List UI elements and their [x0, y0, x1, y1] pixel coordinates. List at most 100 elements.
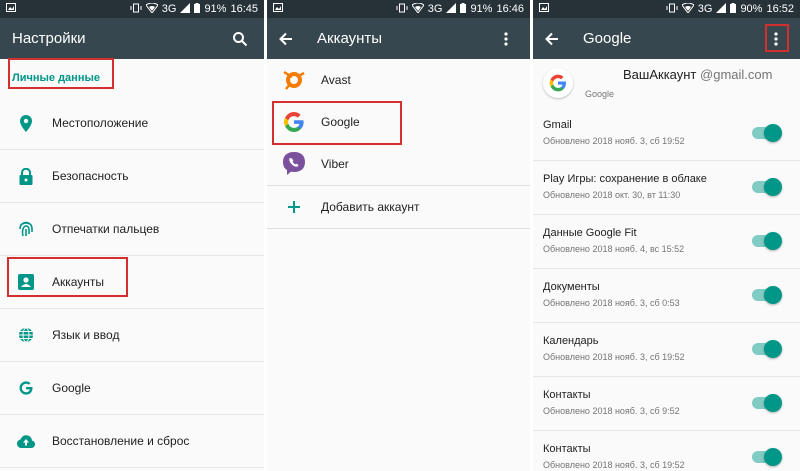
- clock: 16:52: [766, 3, 794, 15]
- vibrate-icon: [396, 3, 408, 16]
- sync-item-title: Gmail: [543, 119, 572, 131]
- toggle-knob: [764, 178, 782, 196]
- settings-item-fingerprint[interactable]: Отпечатки пальцев: [0, 203, 264, 256]
- sync-item-title: Данные Google Fit: [543, 227, 637, 239]
- section-header: Личные данные: [12, 72, 100, 84]
- google-account-screen: 3G 90% 16:52 Google ВашАккаунт @gmail.co…: [533, 0, 800, 471]
- vibrate-icon: [130, 3, 142, 16]
- sync-item-updated: Обновлено 2018 нояб. 3, сб 19:52: [543, 352, 685, 362]
- account-item-google[interactable]: Google: [267, 101, 530, 143]
- location-pin-icon: [0, 114, 52, 132]
- settings-item-language[interactable]: Язык и ввод: [0, 309, 264, 362]
- more-options-icon[interactable]: [764, 27, 788, 51]
- google-g-icon: [0, 380, 52, 396]
- sync-item-title: Календарь: [543, 335, 599, 347]
- sync-toggle[interactable]: [752, 448, 782, 466]
- sync-item[interactable]: Контакты Обновлено 2018 нояб. 3, сб 19:5…: [533, 431, 800, 471]
- page-title: Google: [583, 30, 632, 47]
- account-domain: @gmail.com: [700, 67, 773, 82]
- app-bar: Google: [533, 18, 800, 59]
- network-type: 3G: [427, 3, 443, 15]
- settings-item-label: Безопасность: [52, 169, 129, 183]
- sync-toggle[interactable]: [752, 394, 782, 412]
- account-type: Google: [585, 89, 615, 99]
- lock-icon: [0, 167, 52, 185]
- network-type: 3G: [697, 3, 713, 15]
- more-options-icon[interactable]: [494, 27, 518, 51]
- wifi-icon: [411, 2, 425, 16]
- sync-toggle[interactable]: [752, 340, 782, 358]
- settings-item-label: Аккаунты: [52, 275, 105, 289]
- sync-toggle[interactable]: [752, 178, 782, 196]
- sync-item[interactable]: Календарь Обновлено 2018 нояб. 3, сб 19:…: [533, 323, 800, 377]
- battery-percent: 91%: [204, 3, 227, 15]
- sync-item-title: Контакты: [543, 443, 591, 455]
- toggle-knob: [764, 124, 782, 142]
- add-account-button[interactable]: Добавить аккаунт: [267, 186, 530, 228]
- image-notification-icon: [273, 3, 287, 15]
- sync-item-updated: Обновлено 2018 нояб. 4, вс 15:52: [543, 244, 685, 254]
- settings-item-location[interactable]: Местоположение: [0, 97, 264, 150]
- settings-item-security[interactable]: Безопасность: [0, 150, 264, 203]
- sync-item-updated: Обновлено 2018 нояб. 3, сб 0:53: [543, 298, 680, 308]
- sync-toggle[interactable]: [752, 232, 782, 250]
- battery-icon: [730, 2, 737, 16]
- back-arrow-icon[interactable]: [545, 27, 565, 51]
- plus-icon: [267, 201, 321, 213]
- status-bar: 3G 91% 16:45: [0, 0, 264, 18]
- sync-item[interactable]: Play Игры: сохранение в облаке Обновлено…: [533, 161, 800, 215]
- account-label: Avast: [321, 73, 351, 87]
- settings-item-label: Местоположение: [52, 116, 149, 130]
- settings-item-backup-reset[interactable]: Восстановление и сброс: [0, 415, 264, 468]
- toggle-knob: [764, 394, 782, 412]
- sync-item-updated: Обновлено 2018 окт. 30, вт 11:30: [543, 190, 681, 200]
- toggle-knob: [764, 286, 782, 304]
- settings-item-google[interactable]: Google: [0, 362, 264, 415]
- sync-item[interactable]: Gmail Обновлено 2018 нояб. 3, сб 19:52: [533, 107, 800, 161]
- sync-item[interactable]: Контакты Обновлено 2018 нояб. 3, сб 9:52: [533, 377, 800, 431]
- toggle-knob: [764, 340, 782, 358]
- google-logo-icon: [543, 68, 573, 98]
- battery-percent: 90%: [740, 3, 763, 15]
- sync-toggle[interactable]: [752, 286, 782, 304]
- account-label: Viber: [321, 157, 349, 171]
- account-label: Google: [321, 115, 360, 129]
- account-box-icon: [0, 274, 52, 290]
- account-header: ВашАккаунт @gmail.com Google: [533, 59, 800, 107]
- app-bar: Аккаунты: [267, 18, 530, 59]
- signal-icon: [446, 2, 457, 16]
- sync-item-updated: Обновлено 2018 нояб. 3, сб 9:52: [543, 406, 680, 416]
- sync-item-updated: Обновлено 2018 нояб. 3, сб 19:52: [543, 460, 685, 470]
- back-arrow-icon[interactable]: [279, 27, 299, 51]
- globe-icon: [0, 327, 52, 343]
- account-item-viber[interactable]: Viber: [267, 143, 530, 185]
- signal-icon: [180, 2, 191, 16]
- image-notification-icon: [6, 3, 20, 15]
- sync-item[interactable]: Документы Обновлено 2018 нояб. 3, сб 0:5…: [533, 269, 800, 323]
- settings-screen: 3G 91% 16:45 Настройки Личные данные Мес…: [0, 0, 264, 471]
- account-item-avast[interactable]: Avast: [267, 59, 530, 101]
- toggle-knob: [764, 232, 782, 250]
- vibrate-icon: [666, 3, 678, 16]
- viber-logo-icon: [267, 151, 321, 177]
- status-bar: 3G 90% 16:52: [533, 0, 800, 18]
- battery-icon: [194, 2, 201, 16]
- clock: 16:46: [496, 3, 524, 15]
- sync-item[interactable]: Данные Google Fit Обновлено 2018 нояб. 4…: [533, 215, 800, 269]
- sync-item-title: Документы: [543, 281, 600, 293]
- app-bar: Настройки: [0, 18, 264, 59]
- sync-item-updated: Обновлено 2018 нояб. 3, сб 19:52: [543, 136, 685, 146]
- settings-item-label: Восстановление и сброс: [52, 434, 190, 448]
- page-title: Аккаунты: [317, 30, 383, 47]
- network-type: 3G: [161, 3, 177, 15]
- page-title: Настройки: [12, 30, 86, 47]
- accounts-screen: 3G 91% 16:46 Аккаунты Avast Google Viber…: [267, 0, 530, 471]
- battery-percent: 91%: [470, 3, 493, 15]
- search-icon[interactable]: [228, 27, 252, 51]
- settings-item-accounts[interactable]: Аккаунты: [0, 256, 264, 309]
- signal-icon: [716, 2, 727, 16]
- cloud-upload-icon: [0, 434, 52, 448]
- google-logo-icon: [267, 110, 321, 134]
- sync-toggle[interactable]: [752, 124, 782, 142]
- sync-item-title: Play Игры: сохранение в облаке: [543, 173, 707, 185]
